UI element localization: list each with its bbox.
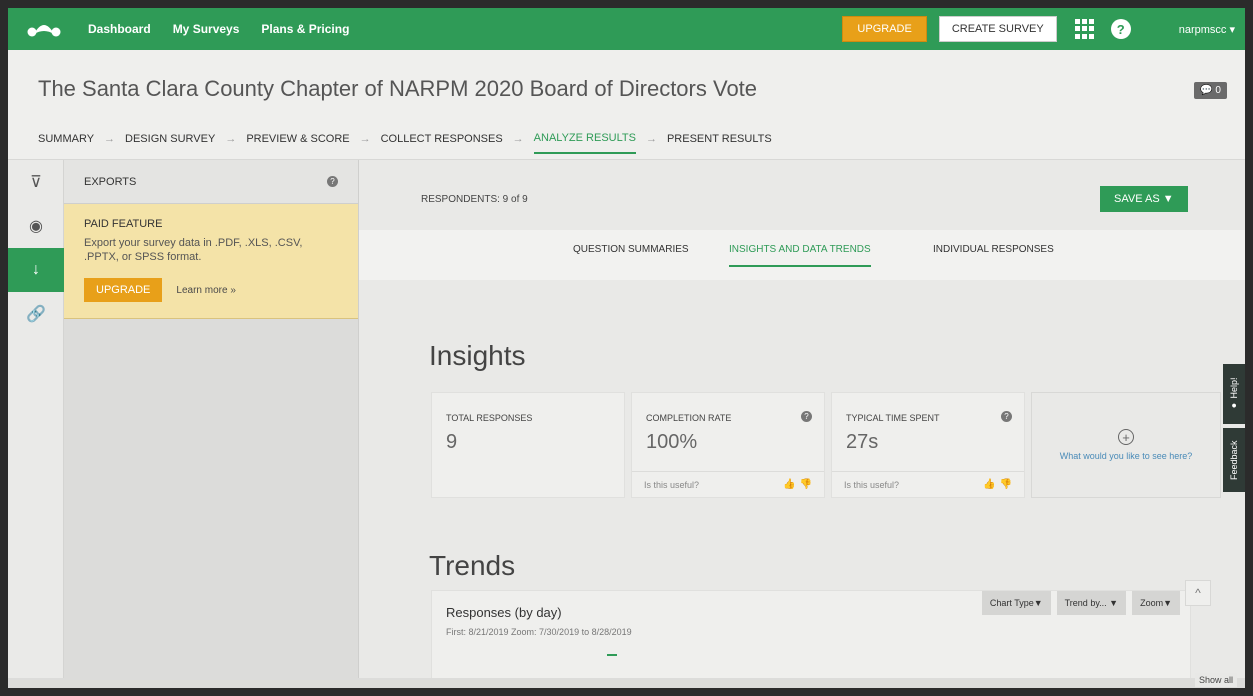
tab-question-summaries[interactable]: QUESTION SUMMARIES [573, 244, 689, 265]
trend-by-dropdown[interactable]: Trend by... ▼ [1056, 591, 1127, 615]
arrow-icon: → [225, 133, 237, 145]
exports-panel: EXPORTS ? PAID FEATURE Export your surve… [64, 160, 359, 688]
nav-right: UPGRADE CREATE SURVEY ? narpmscc ▾ [842, 8, 1245, 50]
create-survey-button[interactable]: CREATE SURVEY [938, 16, 1057, 42]
step-collect-responses[interactable]: COLLECT RESPONSES [381, 133, 503, 153]
exports-title: EXPORTS [84, 175, 137, 188]
respondents-count: RESPONDENTS: 9 of 9 [421, 194, 528, 205]
insight-card-typical-time: TYPICAL TIME SPENT ? 27s Is this useful?… [831, 392, 1025, 498]
tab-insights-data-trends[interactable]: INSIGHTS AND DATA TRENDS [729, 244, 871, 267]
link-icon[interactable]: 🔗 [8, 292, 64, 336]
apps-grid-icon[interactable] [1074, 19, 1095, 39]
feedback-side-tab[interactable]: Feedback [1223, 428, 1245, 492]
step-preview-score[interactable]: PREVIEW & SCORE [246, 133, 349, 153]
add-insight-text: What would you like to see here? [1059, 451, 1193, 461]
card-label: TOTAL RESPONSES [446, 413, 533, 423]
paid-feature-title: PAID FEATURE [84, 218, 163, 230]
insight-cards: TOTAL RESPONSES 9 COMPLETION RATE ? 100%… [431, 392, 1221, 498]
eye-icon[interactable]: ◉ [8, 204, 64, 248]
step-present-results[interactable]: PRESENT RESULTS [667, 133, 772, 153]
trend-controls: Chart Type▼ Trend by... ▼ Zoom▼ [981, 591, 1180, 615]
plus-icon: + [1118, 429, 1134, 445]
card-value: 9 [446, 431, 458, 453]
feedback-thumbs: 👍 👎 [783, 479, 812, 490]
tab-individual-responses[interactable]: INDIVIDUAL RESPONSES [933, 244, 1054, 265]
step-design-survey[interactable]: DESIGN SURVEY [125, 133, 215, 153]
save-as-button[interactable]: SAVE AS ▼ [1100, 186, 1188, 212]
question-icon[interactable]: ? [327, 176, 338, 187]
card-label: COMPLETION RATE [646, 413, 732, 423]
arrow-icon: → [104, 133, 116, 145]
question-icon[interactable]: ? [801, 411, 812, 422]
nav-my-surveys[interactable]: My Surveys [173, 22, 240, 36]
card-label: TYPICAL TIME SPENT [846, 413, 940, 423]
analyze-main: RESPONDENTS: 9 of 9 SAVE AS ▼ QUESTION S… [359, 160, 1245, 688]
paid-feature-actions: UPGRADE Learn more » [84, 278, 338, 302]
tool-rail: ⊽ ◉ ↓ 🔗 [8, 160, 64, 688]
paid-feature-box: PAID FEATURE Export your survey data in … [64, 204, 358, 319]
arrow-icon: → [645, 133, 657, 145]
surveymonkey-logo-icon[interactable] [22, 8, 66, 50]
upgrade-button[interactable]: UPGRADE [842, 16, 927, 42]
horizontal-scrollbar[interactable] [8, 678, 1245, 688]
chart-type-dropdown[interactable]: Chart Type▼ [981, 591, 1051, 615]
screen: Dashboard My Surveys Plans & Pricing UPG… [8, 8, 1245, 688]
paid-feature-description: Export your survey data in .PDF, .XLS, .… [84, 237, 303, 263]
workflow-steps: SUMMARY → DESIGN SURVEY → PREVIEW & SCOR… [38, 132, 772, 154]
arrow-icon: → [359, 133, 371, 145]
download-icon[interactable]: ↓ [8, 248, 64, 292]
thumbs-up-icon[interactable]: 👍 [783, 479, 795, 490]
card-footer: Is this useful? 👍 👎 [632, 471, 824, 497]
help-side-tab[interactable]: ● Help! [1223, 364, 1245, 424]
insights-heading: Insights [429, 340, 526, 371]
help-icon[interactable]: ? [1110, 19, 1131, 39]
useful-prompt: Is this useful? [644, 479, 700, 490]
nav-dashboard[interactable]: Dashboard [88, 22, 151, 36]
step-summary[interactable]: SUMMARY [38, 133, 94, 153]
insight-card-total-responses: TOTAL RESPONSES 9 [431, 392, 625, 498]
thumbs-up-icon[interactable]: 👍 [983, 479, 995, 490]
insight-card-completion-rate: COMPLETION RATE ? 100% Is this useful? 👍… [631, 392, 825, 498]
chart-bar-mark [607, 654, 617, 656]
comments-badge[interactable]: 💬 0 [1194, 82, 1227, 99]
survey-header: The Santa Clara County Chapter of NARPM … [8, 50, 1245, 160]
step-analyze-results[interactable]: ANALYZE RESULTS [533, 132, 636, 154]
learn-more-link[interactable]: Learn more » [176, 285, 235, 296]
filter-icon[interactable]: ⊽ [8, 160, 64, 204]
add-insight-card[interactable]: + What would you like to see here? [1031, 392, 1221, 498]
top-nav: Dashboard My Surveys Plans & Pricing UPG… [8, 8, 1245, 50]
trend-subtitle: First: 8/21/2019 Zoom: 7/30/2019 to 8/28… [446, 627, 632, 637]
trend-title: Responses (by day) [446, 605, 562, 620]
feedback-thumbs: 👍 👎 [983, 479, 1012, 490]
nav-plans-pricing[interactable]: Plans & Pricing [261, 22, 349, 36]
useful-prompt: Is this useful? [844, 479, 900, 490]
card-value: 100% [646, 431, 698, 453]
card-footer: Is this useful? 👍 👎 [832, 471, 1024, 497]
results-tabs: QUESTION SUMMARIES INSIGHTS AND DATA TRE… [359, 230, 1245, 280]
collapse-chevron-icon[interactable]: ^ [1185, 580, 1211, 606]
user-menu[interactable]: narpmscc ▾ [1179, 23, 1235, 36]
zoom-dropdown[interactable]: Zoom▼ [1132, 591, 1180, 615]
show-all-link[interactable]: Show all [1194, 673, 1237, 687]
arrow-icon: → [512, 133, 524, 145]
card-value: 27s [846, 431, 879, 453]
trends-heading: Trends [429, 550, 516, 581]
thumbs-down-icon[interactable]: 👎 [1000, 479, 1012, 490]
survey-title: The Santa Clara County Chapter of NARPM … [38, 76, 758, 101]
question-icon[interactable]: ? [1001, 411, 1012, 422]
trend-card-responses-by-day: Responses (by day) First: 8/21/2019 Zoom… [431, 590, 1191, 688]
upgrade-export-button[interactable]: UPGRADE [84, 278, 163, 302]
thumbs-down-icon[interactable]: 👎 [800, 479, 812, 490]
exports-header: EXPORTS ? [64, 160, 358, 204]
